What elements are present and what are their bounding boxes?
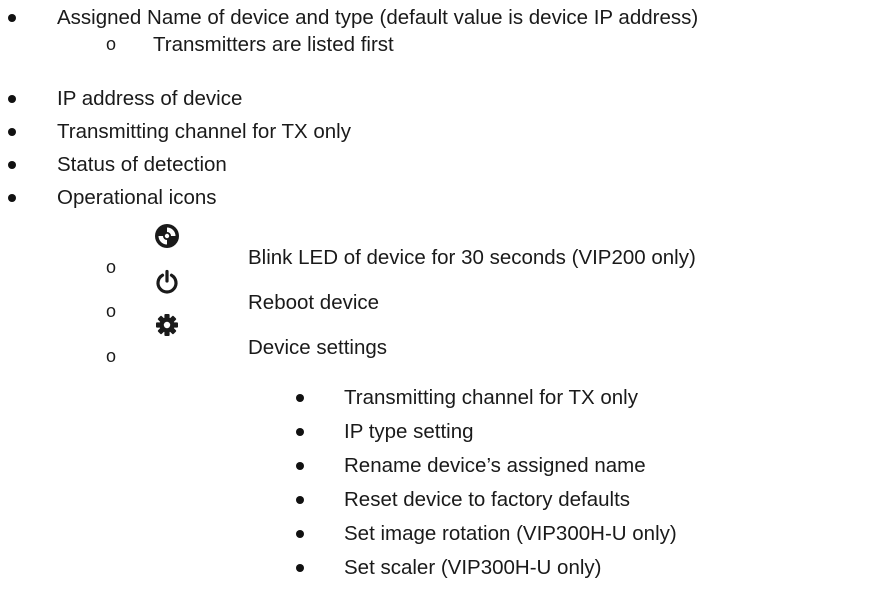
- bullet: [8, 128, 16, 136]
- settings-item: Transmitting channel for TX only: [344, 386, 638, 409]
- list-item-operational-icons: Operational icons: [57, 186, 217, 209]
- bullet: [296, 428, 304, 436]
- op-settings-label: Device settings: [248, 336, 388, 359]
- sub-bullet: o: [106, 301, 117, 321]
- list-item-status: Status of detection: [57, 153, 227, 176]
- list-item-transmitting-channel: Transmitting channel for TX only: [57, 120, 351, 143]
- op-reboot-label: Reboot device: [248, 291, 380, 314]
- op-blink-label: Blink LED of device for 30 seconds (VIP2…: [248, 246, 696, 269]
- settings-item: IP type setting: [344, 420, 474, 443]
- list-item-assigned-name: Assigned Name of device and type (defaul…: [57, 6, 699, 29]
- sub-bullet: o: [106, 34, 117, 54]
- bullet: [296, 530, 304, 538]
- bullet: [8, 161, 16, 169]
- gear-icon: [156, 314, 178, 336]
- power-icon: [156, 269, 178, 294]
- settings-item: Rename device’s assigned name: [344, 454, 646, 477]
- disc-icon: [155, 224, 179, 248]
- list-subitem-transmitters-first: Transmitters are listed first: [153, 33, 394, 56]
- settings-item: Reset device to factory defaults: [344, 488, 631, 511]
- bullet: [8, 14, 16, 22]
- list-item-ip-address: IP address of device: [57, 87, 243, 110]
- settings-item: Set image rotation (VIP300H-U only): [344, 522, 677, 545]
- bullet: [296, 462, 304, 470]
- sub-bullet: o: [106, 346, 117, 366]
- bullet: [8, 95, 16, 103]
- settings-item: Set scaler (VIP300H-U only): [344, 556, 602, 579]
- bullet: [296, 496, 304, 504]
- bullet: [296, 394, 304, 402]
- bullet: [296, 564, 304, 572]
- bullet: [8, 194, 16, 202]
- sub-bullet: o: [106, 257, 117, 277]
